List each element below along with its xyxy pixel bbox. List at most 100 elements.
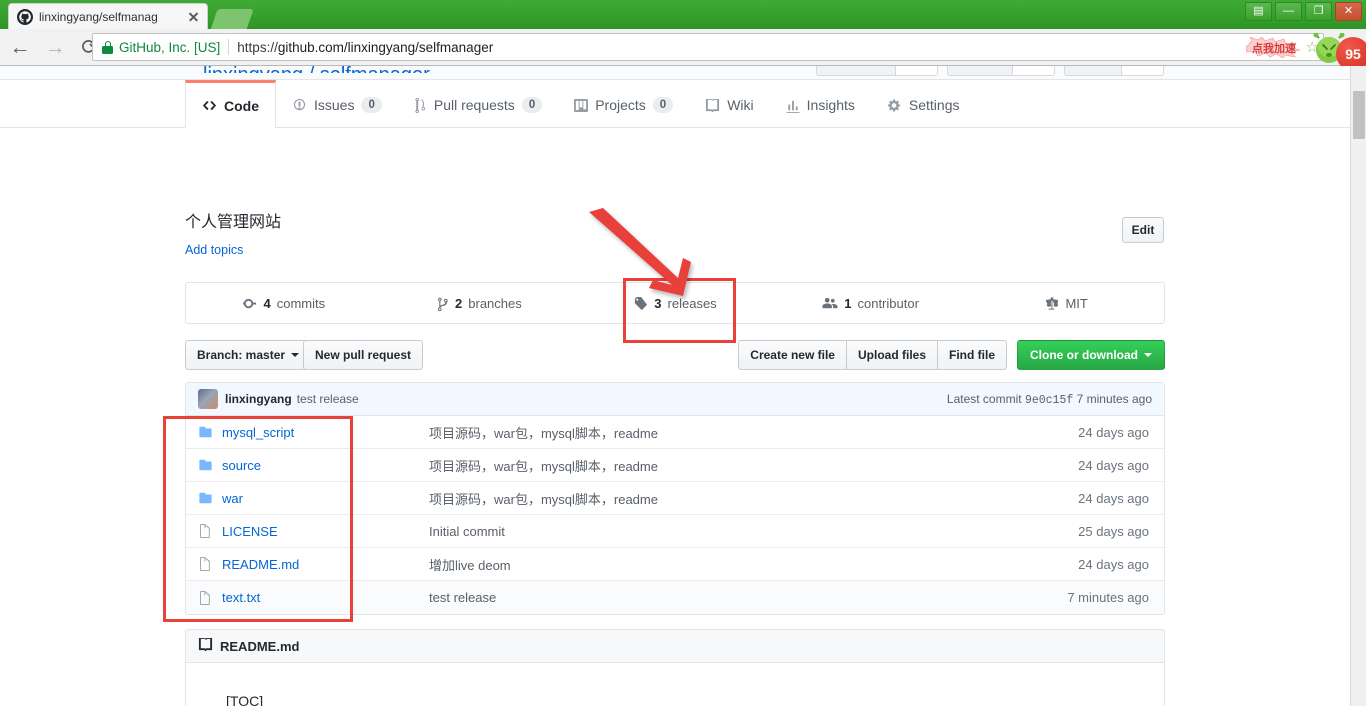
maximize-button[interactable]: ❐ (1305, 2, 1332, 21)
forward-button[interactable]: → (40, 32, 70, 62)
back-button[interactable]: ← (5, 32, 35, 62)
file-name-cell: war (186, 491, 421, 506)
file-commit-message[interactable]: 项目源码，war包，mysql脚本，readme (421, 456, 1014, 475)
tab-wiki[interactable]: Wiki (689, 80, 769, 127)
find-file-button[interactable]: Find file (937, 340, 1007, 370)
tab-settings[interactable]: Settings (871, 80, 976, 127)
tab-issues[interactable]: Issues 0 (276, 80, 398, 127)
file-commit-message[interactable]: 增加live deom (421, 555, 1014, 574)
readme-panel: README.md [TOC] Live Demo 演示地址 (185, 629, 1165, 706)
commit-author[interactable]: linxingyang (225, 392, 292, 406)
stat-commits[interactable]: 4 commits (186, 283, 382, 323)
repo-title-clipped[interactable]: linxingyang / selfmanager (203, 66, 430, 73)
site-identity-label: GitHub, Inc. [US] (119, 39, 221, 55)
tag-icon (633, 296, 648, 311)
table-row[interactable]: war 项目源码，war包，mysql脚本，readme 24 days ago (186, 482, 1164, 515)
stat-contributors[interactable]: 1 contributor (773, 283, 969, 323)
url-scheme: https:// (237, 39, 278, 55)
upload-files-button[interactable]: Upload files (845, 340, 937, 370)
file-age: 7 minutes ago (1067, 590, 1149, 605)
file-link[interactable]: source (222, 458, 261, 473)
commit-message[interactable]: test release (297, 392, 359, 406)
tab-code-label: Code (224, 97, 259, 114)
file-commit-message[interactable]: 项目源码，war包，mysql脚本，readme (421, 489, 1014, 508)
speed-boost-badge[interactable]: 点我加速 (1246, 37, 1302, 58)
browser-tab[interactable]: linxingyang/selfmanag (8, 3, 208, 29)
issue-icon (292, 98, 307, 113)
url-text: https://github.com/linxingyang/selfmanag… (237, 40, 493, 55)
file-link[interactable]: war (222, 491, 243, 506)
edit-description-button[interactable]: Edit (1122, 217, 1164, 243)
branches-label: branches (468, 295, 522, 311)
latest-commit-bar: linxingyang test release Latest commit 9… (186, 383, 1164, 416)
branches-count: 2 (455, 295, 463, 311)
new-tab-button[interactable] (210, 9, 254, 30)
close-window-button[interactable]: ✕ (1335, 2, 1362, 21)
folder-icon (198, 458, 214, 472)
branch-selector-button[interactable]: Branch: master (185, 340, 312, 370)
tab-projects[interactable]: Projects 0 (558, 80, 689, 127)
file-link[interactable]: README.md (222, 557, 299, 572)
window-controls: ▤ — ❐ ✕ (1245, 2, 1362, 21)
projects-count: 0 (652, 97, 674, 113)
file-name-cell: LICENSE (186, 524, 421, 539)
address-bar[interactable]: GitHub, Inc. [US] https://github.com/lin… (92, 33, 1324, 61)
new-pull-request-button[interactable]: New pull request (303, 340, 424, 370)
user-profile-button[interactable]: ▤ (1245, 2, 1272, 21)
minimize-button[interactable]: — (1275, 2, 1302, 21)
law-icon (1044, 296, 1059, 311)
page-scrollbar[interactable] (1350, 66, 1366, 706)
commit-age: 7 minutes ago (1076, 391, 1152, 406)
latest-commit-prefix: Latest commit (946, 391, 1022, 406)
table-row[interactable]: README.md 增加live deom 24 days ago (186, 548, 1164, 581)
table-row[interactable]: text.txt test release 7 minutes ago (186, 581, 1164, 614)
file-commit-message[interactable]: Initial commit (421, 524, 1014, 539)
table-row[interactable]: LICENSE Initial commit 25 days ago (186, 515, 1164, 548)
file-link[interactable]: text.txt (222, 590, 260, 605)
readme-title: README.md (220, 638, 300, 654)
repo-nav-list: Code Issues 0 Pull requests 0 Projects 0 (185, 80, 975, 128)
file-age: 24 days ago (1078, 490, 1149, 506)
tab-pull-requests[interactable]: Pull requests 0 (398, 80, 558, 127)
stat-branches[interactable]: 2 branches (382, 283, 578, 323)
file-icon (198, 524, 214, 538)
repo-description-block: 个人管理网站 Add topics (185, 212, 281, 257)
add-topics-link[interactable]: Add topics (185, 243, 281, 257)
file-icon (198, 590, 214, 605)
file-link[interactable]: mysql_script (222, 425, 294, 440)
repo-description: 个人管理网站 (185, 214, 282, 231)
releases-label: releases (667, 295, 717, 311)
book-icon (705, 98, 720, 113)
avatar[interactable] (198, 389, 218, 409)
create-new-file-button[interactable]: Create new file (738, 340, 846, 370)
file-age: 24 days ago (1078, 556, 1149, 572)
speed-boost-label: 点我加速 (1252, 42, 1296, 55)
clone-or-download-button[interactable]: Clone or download (1017, 340, 1165, 370)
star-button-group[interactable] (947, 66, 1055, 76)
tab-code[interactable]: Code (185, 80, 276, 128)
file-commit-message[interactable]: test release (421, 590, 1014, 605)
file-commit-message[interactable]: 项目源码，war包，mysql脚本，readme (421, 423, 1014, 442)
file-link[interactable]: LICENSE (222, 524, 278, 539)
watch-button-group[interactable] (816, 66, 938, 76)
bookmark-star-icon[interactable]: ☆ (1306, 40, 1319, 55)
file-age: 24 days ago (1078, 457, 1149, 473)
latest-commit-meta: Latest commit 9e0c15f 7 minutes ago (947, 392, 1152, 407)
browser-titlebar: linxingyang/selfmanag ▤ — ❐ ✕ (0, 0, 1366, 30)
scrollbar-thumb[interactable] (1353, 91, 1365, 139)
commits-count: 4 (263, 295, 271, 311)
table-row[interactable]: mysql_script 项目源码，war包，mysql脚本，readme 24… (186, 416, 1164, 449)
commit-sha[interactable]: 9e0c15f (1025, 394, 1073, 407)
fork-button-group[interactable] (1064, 66, 1164, 76)
repo-file-toolbar: Branch: master New pull request Create n… (185, 340, 1165, 370)
file-list-table: linxingyang test release Latest commit 9… (185, 382, 1165, 615)
table-row[interactable]: source 项目源码，war包，mysql脚本，readme 24 days … (186, 449, 1164, 482)
close-tab-icon[interactable] (186, 9, 201, 24)
url-host-path: github.com/linxingyang/selfmanager (277, 39, 494, 55)
stat-releases[interactable]: 3 releases (577, 283, 773, 323)
pr-icon (414, 97, 427, 113)
repo-header-clipped: linxingyang / selfmanager (0, 66, 1350, 80)
stat-license[interactable]: MIT (968, 283, 1164, 323)
tab-insights[interactable]: Insights (770, 80, 871, 127)
commits-label: commits (276, 295, 326, 311)
